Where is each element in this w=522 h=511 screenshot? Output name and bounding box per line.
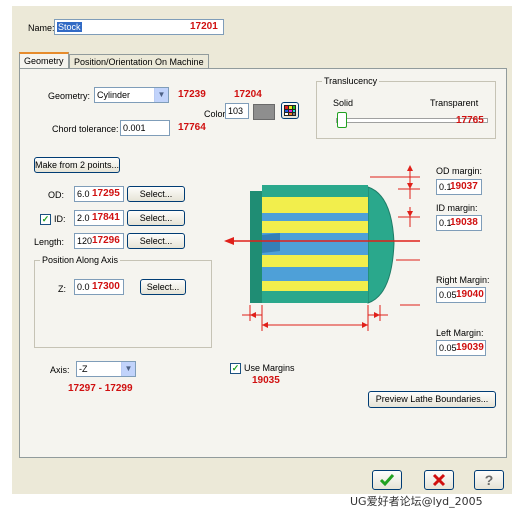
id-checkbox[interactable]: ✓ xyxy=(40,214,51,225)
id-label: ID: xyxy=(54,214,66,224)
color-picker-button[interactable] xyxy=(281,102,299,119)
cancel-button[interactable] xyxy=(424,470,454,490)
length-code: 17296 xyxy=(92,235,120,246)
chord-tolerance-code: 17764 xyxy=(178,122,206,133)
right-margin-label: Right Margin: xyxy=(436,275,490,285)
z-code: 17300 xyxy=(92,281,120,292)
od-select-label: Select... xyxy=(139,189,173,199)
chord-tolerance-label: Chord tolerance: xyxy=(52,124,119,134)
od-margin-code: 19037 xyxy=(450,181,478,192)
tab-position-label: Position/Orientation On Machine xyxy=(74,57,204,67)
tab-geometry[interactable]: Geometry xyxy=(19,52,69,69)
length-select-button[interactable]: Select... xyxy=(127,233,185,249)
id-code: 17841 xyxy=(92,212,120,223)
left-margin-code: 19039 xyxy=(456,342,484,353)
dialog-window: Name: Stock 17201 Geometry Position/Orie… xyxy=(12,6,512,494)
preview-button-label: Preview Lathe Boundaries... xyxy=(375,394,489,404)
color-value: 103 xyxy=(228,106,244,116)
z-select-button[interactable]: Select... xyxy=(140,279,186,295)
chord-tolerance-value: 0.001 xyxy=(123,123,146,133)
translucency-solid-label: Solid xyxy=(333,98,354,108)
translucency-code: 17765 xyxy=(456,115,484,126)
name-code: 17201 xyxy=(190,21,218,32)
use-margins-label: Use Margins xyxy=(244,363,295,373)
position-along-axis-title: Position Along Axis xyxy=(40,255,121,265)
axis-code: 17297 - 17299 xyxy=(68,383,133,394)
name-value: Stock xyxy=(57,22,82,32)
right-margin-value: 0.05 xyxy=(439,290,457,300)
translucency-title: Translucency xyxy=(322,76,380,86)
position-along-axis-group xyxy=(34,260,212,348)
od-select-button[interactable]: Select... xyxy=(127,186,185,202)
z-label: Z: xyxy=(58,284,66,294)
left-margin-label: Left Margin: xyxy=(436,328,484,338)
od-code: 17295 xyxy=(92,188,120,199)
geometry-label: Geometry: xyxy=(48,91,91,101)
make-button-label: Make from 2 points... xyxy=(35,160,120,170)
color-code: 17204 xyxy=(234,89,262,100)
color-swatch xyxy=(253,104,275,120)
translucency-slider-handle[interactable] xyxy=(337,112,347,128)
chord-tolerance-field[interactable]: 0.001 xyxy=(120,120,170,136)
id-margin-label: ID margin: xyxy=(436,203,478,213)
geometry-code: 17239 xyxy=(178,89,206,100)
translucency-transparent-label: Transparent xyxy=(430,98,479,108)
length-label: Length: xyxy=(34,237,65,247)
length-value: 120 xyxy=(77,236,93,246)
preview-lathe-boundaries-button[interactable]: Preview Lathe Boundaries... xyxy=(368,391,496,408)
id-margin-code: 19038 xyxy=(450,217,478,228)
axis-value: -Z xyxy=(79,364,88,374)
axis-label: Axis: xyxy=(50,365,70,375)
right-margin-code: 19040 xyxy=(456,289,484,300)
name-label: Name: xyxy=(28,23,55,33)
ok-button[interactable] xyxy=(372,470,402,490)
stock-diagram xyxy=(224,165,420,331)
geometry-select[interactable]: Cylinder ▼ xyxy=(94,87,169,103)
od-margin-label: OD margin: xyxy=(436,166,483,176)
axis-select[interactable]: -Z ▼ xyxy=(76,361,136,377)
chevron-down-icon: ▼ xyxy=(121,362,135,376)
watermark: UG爱好者论坛@lyd_2005 xyxy=(350,495,483,508)
svg-text:?: ? xyxy=(485,472,494,488)
chevron-down-icon: ▼ xyxy=(154,88,168,102)
z-select-label: Select... xyxy=(146,282,180,292)
palette-icon xyxy=(284,105,296,116)
z-value: 0.0 xyxy=(77,282,90,292)
id-select-button[interactable]: Select... xyxy=(127,210,185,226)
question-icon: ? xyxy=(485,472,494,488)
od-value: 6.0 xyxy=(77,189,90,199)
tab-position-orientation[interactable]: Position/Orientation On Machine xyxy=(69,54,209,69)
geometry-value: Cylinder xyxy=(97,90,131,100)
length-select-label: Select... xyxy=(139,236,173,246)
tab-panel: Geometry: Cylinder ▼ 17239 17204 Color: … xyxy=(19,68,507,458)
x-icon xyxy=(432,473,446,487)
make-from-2-points-button[interactable]: Make from 2 points... xyxy=(34,157,120,173)
color-field[interactable]: 103 xyxy=(225,103,249,119)
help-button[interactable]: ? xyxy=(474,470,504,490)
tab-geometry-label: Geometry xyxy=(24,56,64,66)
left-margin-value: 0.05 xyxy=(439,343,457,353)
use-margins-checkbox[interactable]: ✓ xyxy=(230,363,241,374)
check-icon xyxy=(379,474,395,487)
id-value: 2.0 xyxy=(77,213,90,223)
use-margins-code: 19035 xyxy=(252,375,280,386)
translucency-group xyxy=(316,81,496,139)
id-select-label: Select... xyxy=(139,213,173,223)
od-label: OD: xyxy=(48,190,65,200)
